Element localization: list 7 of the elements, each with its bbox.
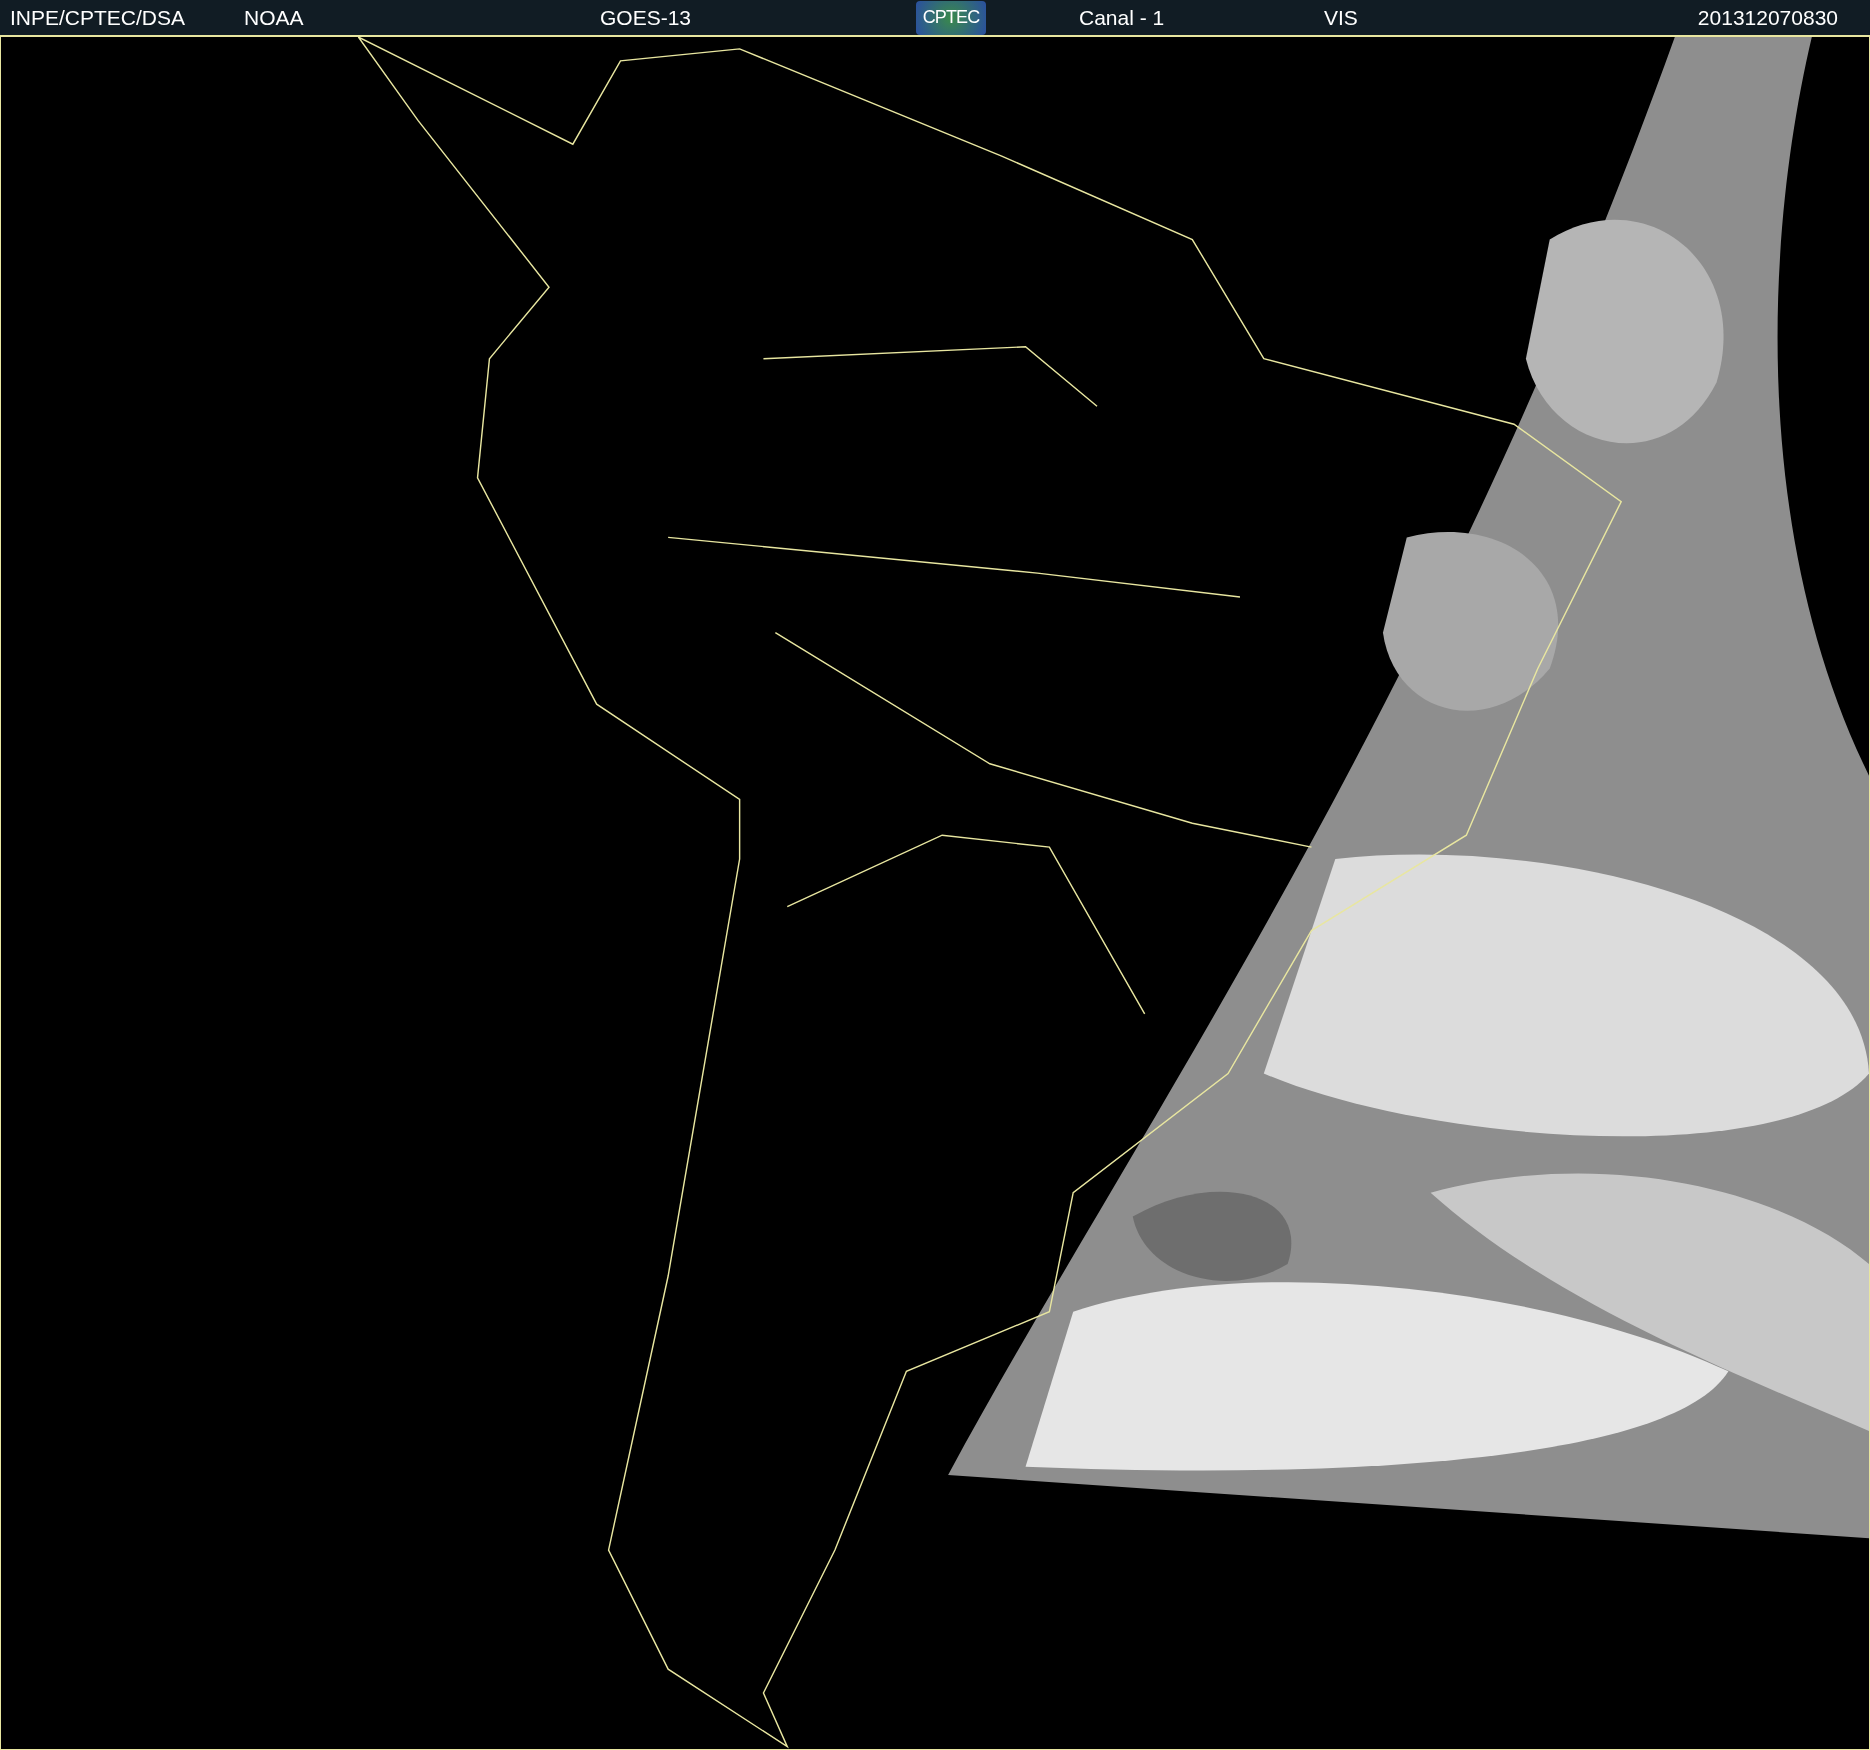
timestamp-label: 201312070830 xyxy=(1697,4,1838,31)
agency-label: NOAA xyxy=(244,4,305,31)
source-label: INPE/CPTEC/DSA xyxy=(10,4,187,31)
logo: CPTEC xyxy=(916,0,986,35)
band-label: VIS xyxy=(1324,4,1359,31)
channel-label: Canal - 1 xyxy=(1079,4,1166,31)
satellite-label: GOES-13 xyxy=(600,4,693,31)
